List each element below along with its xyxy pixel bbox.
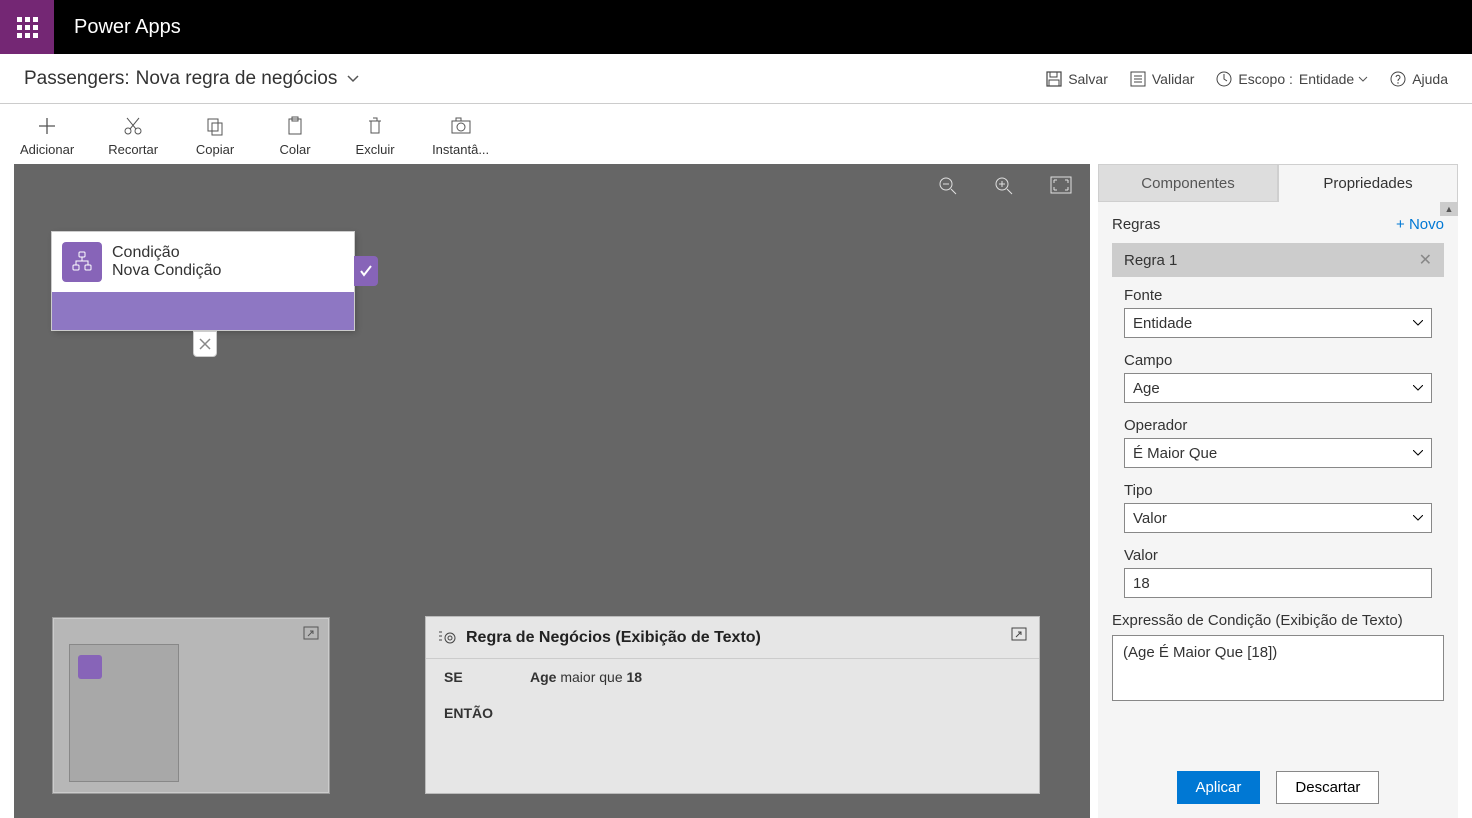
rule-header[interactable]: Regra 1 ✕	[1112, 243, 1444, 277]
top-actions: Salvar Validar Escopo : Entidade Ajuda	[1046, 71, 1448, 87]
paste-button[interactable]: Colar	[272, 116, 318, 157]
app-launcher-button[interactable]	[0, 0, 54, 54]
app-title: Power Apps	[74, 16, 181, 39]
tipo-label: Tipo	[1124, 482, 1432, 499]
new-rule-link[interactable]: + Novo	[1396, 216, 1444, 233]
breadcrumb-row: Passengers: Nova regra de negócios Salva…	[0, 54, 1472, 104]
scissors-icon	[123, 116, 143, 136]
condition-true-handle[interactable]	[354, 256, 378, 286]
tab-components[interactable]: Componentes	[1098, 164, 1278, 202]
breadcrumb-rule-name: Nova regra de negócios	[136, 68, 338, 90]
titlebar: Power Apps	[0, 0, 1472, 54]
operador-label: Operador	[1124, 417, 1432, 434]
scope-label: Escopo :	[1238, 71, 1292, 87]
campo-label: Campo	[1124, 352, 1432, 369]
tab-properties[interactable]: Propriedades	[1278, 164, 1458, 202]
rules-label: Regras	[1112, 216, 1160, 233]
campo-select[interactable]: Age	[1124, 373, 1432, 403]
trash-icon	[365, 116, 385, 136]
condition-drop-zone[interactable]	[52, 292, 354, 330]
zoom-out-icon[interactable]	[938, 176, 958, 196]
expression-box: (Age É Maior Que [18])	[1112, 635, 1444, 701]
tipo-select[interactable]: Valor	[1124, 503, 1432, 533]
then-label: ENTÃO	[444, 705, 1021, 721]
waffle-icon	[17, 17, 38, 38]
condition-title: Condição	[112, 244, 221, 262]
scope-icon	[1216, 71, 1232, 87]
chevron-down-icon	[1358, 76, 1368, 82]
minimap-viewport[interactable]	[69, 644, 179, 782]
minimap-expand-icon[interactable]	[303, 626, 319, 645]
valor-label: Valor	[1124, 547, 1432, 564]
snapshot-button[interactable]: Instantâ...	[432, 116, 489, 157]
help-button[interactable]: Ajuda	[1390, 71, 1448, 87]
add-button[interactable]: Adicionar	[20, 116, 74, 157]
expression-label: Expressão de Condição (Exibição de Texto…	[1112, 612, 1444, 629]
paste-label: Colar	[280, 142, 311, 157]
breadcrumb-entity: Passengers:	[24, 68, 130, 90]
delete-label: Excluir	[356, 142, 395, 157]
checklist-icon	[1130, 71, 1146, 87]
zoom-in-icon[interactable]	[994, 176, 1014, 196]
copy-label: Copiar	[196, 142, 234, 157]
main: Condição Nova Condição	[0, 164, 1472, 818]
copy-button[interactable]: Copiar	[192, 116, 238, 157]
discard-button[interactable]: Descartar	[1276, 771, 1379, 804]
fit-screen-icon[interactable]	[1050, 176, 1072, 194]
save-label: Salvar	[1068, 71, 1108, 87]
breadcrumb[interactable]: Passengers: Nova regra de negócios	[24, 68, 359, 90]
snapshot-label: Instantâ...	[432, 142, 489, 157]
delete-rule-icon[interactable]: ✕	[1419, 250, 1432, 270]
valor-input[interactable]	[1124, 568, 1432, 598]
delete-button[interactable]: Excluir	[352, 116, 398, 157]
clipboard-icon	[285, 116, 305, 136]
validate-label: Validar	[1152, 71, 1195, 87]
condition-icon	[62, 242, 102, 282]
chevron-down-icon[interactable]	[347, 72, 359, 86]
canvas-tools	[938, 176, 1072, 196]
camera-icon	[450, 116, 472, 136]
apply-button[interactable]: Aplicar	[1177, 771, 1261, 804]
plus-icon	[37, 116, 57, 136]
rule-header-label: Regra 1	[1124, 252, 1177, 269]
canvas[interactable]: Condição Nova Condição	[14, 164, 1090, 818]
properties-panel: Componentes Propriedades ▲ Regras + Novo…	[1098, 164, 1458, 818]
operador-select[interactable]: É Maior Que	[1124, 438, 1432, 468]
save-icon	[1046, 71, 1062, 87]
condition-card[interactable]: Condição Nova Condição	[52, 232, 354, 330]
text-rule-title: Regra de Negócios (Exibição de Texto)	[466, 629, 761, 647]
scope-dropdown[interactable]: Escopo : Entidade	[1216, 71, 1368, 87]
cut-label: Recortar	[108, 142, 158, 157]
add-label: Adicionar	[20, 142, 74, 157]
text-rule-expand-icon[interactable]	[1011, 627, 1027, 646]
font-label: Fonte	[1124, 287, 1432, 304]
minimap-condition-icon	[78, 655, 102, 679]
help-label: Ajuda	[1412, 71, 1448, 87]
validate-button[interactable]: Validar	[1130, 71, 1195, 87]
scope-value: Entidade	[1299, 71, 1354, 87]
condition-subtitle: Nova Condição	[112, 262, 221, 280]
cut-button[interactable]: Recortar	[108, 116, 158, 157]
copy-icon	[205, 116, 225, 136]
gear-list-icon	[438, 629, 456, 647]
condition-false-handle[interactable]	[193, 331, 217, 357]
font-select[interactable]: Entidade	[1124, 308, 1432, 338]
text-rule-card: Regra de Negócios (Exibição de Texto) SE…	[425, 616, 1040, 794]
save-button[interactable]: Salvar	[1046, 71, 1108, 87]
if-condition: Age maior que 18	[530, 669, 1021, 685]
toolbar: Adicionar Recortar Copiar Colar Excluir …	[0, 104, 1472, 164]
minimap[interactable]	[52, 617, 330, 794]
scroll-up-button[interactable]: ▲	[1440, 202, 1458, 216]
help-icon	[1390, 71, 1406, 87]
